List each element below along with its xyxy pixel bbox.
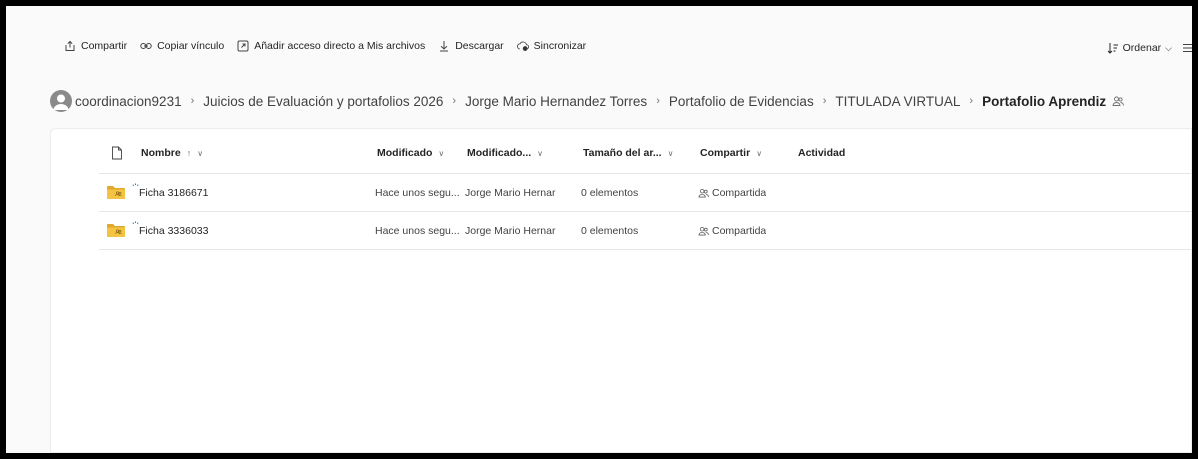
shared-people-icon xyxy=(698,226,709,236)
column-sharing-label: Compartir xyxy=(700,147,751,159)
table-row[interactable]: Ficha 3186671 Hace unos segu... Jorge Ma… xyxy=(99,174,1191,212)
column-size-label: Tamaño del ar... xyxy=(583,147,662,159)
avatar-icon[interactable] xyxy=(50,90,72,112)
column-size[interactable]: Tamaño del ar... ∨ xyxy=(583,147,673,159)
row-sharing[interactable]: Compartida xyxy=(698,212,766,250)
download-icon xyxy=(438,40,450,52)
sync-icon xyxy=(516,40,529,52)
column-type[interactable] xyxy=(111,146,123,160)
sort-icon xyxy=(1107,42,1119,54)
column-activity[interactable]: Actividad xyxy=(798,147,845,159)
file-list: Nombre ↑ ∨ Modificado ∨ Modificado... ∨ … xyxy=(50,128,1192,453)
download-button[interactable]: Descargar xyxy=(438,40,504,52)
divider xyxy=(99,249,1191,250)
breadcrumb-item-current: Portafolio Aprendiz xyxy=(982,93,1107,109)
row-modified-by: Jorge Mario Hernar xyxy=(465,187,556,199)
breadcrumb-item-juicios[interactable]: Juicios de Evaluación y portafolios 2026 xyxy=(203,94,443,109)
chevron-right-icon: › xyxy=(822,95,827,107)
chevron-right-icon: › xyxy=(190,95,195,107)
chevron-right-icon: › xyxy=(452,95,457,107)
chevron-down-icon: ∨ xyxy=(667,148,674,158)
chevron-down-icon: ∨ xyxy=(756,148,763,158)
column-modified-by-label: Modificado... xyxy=(467,147,532,159)
row-name[interactable]: Ficha 3186671 xyxy=(139,174,208,212)
link-icon xyxy=(140,40,152,52)
download-label: Descargar xyxy=(455,40,504,52)
shared-people-icon xyxy=(1112,95,1124,107)
row-name[interactable]: Ficha 3336033 xyxy=(139,212,208,250)
row-modified-by: Jorge Mario Hernar xyxy=(465,225,556,237)
shared-people-icon xyxy=(698,188,709,198)
chevron-right-icon: › xyxy=(969,95,974,107)
onedrive-window: Compartir Copiar vínculo Añadir acceso d… xyxy=(6,6,1192,453)
row-sharing[interactable]: Compartida xyxy=(698,174,766,212)
column-name-label: Nombre xyxy=(141,147,181,159)
folder-icon xyxy=(107,224,125,237)
column-sharing[interactable]: Compartir ∨ xyxy=(700,147,762,159)
share-icon xyxy=(64,40,76,52)
column-modified-label: Modificado xyxy=(377,147,433,159)
column-activity-label: Actividad xyxy=(798,147,846,159)
breadcrumb-item-owner[interactable]: coordinacion9231 xyxy=(75,94,182,109)
row-modified: Hace unos segu... xyxy=(375,187,460,199)
share-label: Compartir xyxy=(81,40,128,52)
table-row[interactable]: Ficha 3336033 Hace unos segu... Jorge Ma… xyxy=(99,212,1191,250)
chevron-down-icon: ∨ xyxy=(537,148,544,158)
sync-button[interactable]: Sincronizar xyxy=(516,40,587,52)
sync-pending-icon xyxy=(132,183,139,187)
row-sharing-label: Compartida xyxy=(712,225,767,237)
file-list-header: Nombre ↑ ∨ Modificado ∨ Modificado... ∨ … xyxy=(101,143,1191,163)
copy-link-button[interactable]: Copiar vínculo xyxy=(140,40,224,52)
chevron-down-icon: ⌵ xyxy=(1165,42,1172,53)
menu-icon[interactable] xyxy=(1182,42,1192,54)
row-size: 0 elementos xyxy=(581,187,639,199)
sort-button[interactable]: Ordenar ⌵ xyxy=(1107,42,1172,54)
column-name[interactable]: Nombre ↑ ∨ xyxy=(141,147,203,159)
command-bar-right: Ordenar ⌵ xyxy=(1107,42,1192,54)
column-modified-by[interactable]: Modificado... ∨ xyxy=(467,147,543,159)
command-bar: Compartir Copiar vínculo Añadir acceso d… xyxy=(6,6,1192,76)
share-button[interactable]: Compartir xyxy=(64,40,127,52)
folder-icon xyxy=(107,186,125,199)
sort-ascending-icon: ↑ xyxy=(186,148,192,158)
sync-label: Sincronizar xyxy=(533,40,587,52)
chevron-down-icon: ∨ xyxy=(197,148,204,158)
breadcrumb: coordinacion9231 › Juicios de Evaluación… xyxy=(50,90,1192,112)
sync-pending-icon xyxy=(132,221,139,225)
chevron-down-icon: ∨ xyxy=(438,148,445,158)
column-modified[interactable]: Modificado ∨ xyxy=(377,147,444,159)
chevron-right-icon: › xyxy=(656,95,660,107)
breadcrumb-item-titulada-virtual[interactable]: TITULADA VIRTUAL xyxy=(835,94,960,109)
file-icon xyxy=(112,146,122,160)
row-modified: Hace unos segu... xyxy=(375,225,460,237)
sort-label: Ordenar xyxy=(1122,42,1162,54)
row-sharing-label: Compartida xyxy=(712,187,767,199)
add-shortcut-button[interactable]: Añadir acceso directo a Mis archivos xyxy=(237,40,425,52)
shortcut-icon xyxy=(237,40,249,52)
copy-link-label: Copiar vínculo xyxy=(157,40,225,52)
breadcrumb-item-portafolio-evidencias[interactable]: Portafolio de Evidencias xyxy=(669,94,814,109)
add-shortcut-label: Añadir acceso directo a Mis archivos xyxy=(254,40,426,52)
row-size: 0 elementos xyxy=(581,225,639,237)
breadcrumb-item-jorge[interactable]: Jorge Mario Hernandez Torres xyxy=(465,94,647,109)
